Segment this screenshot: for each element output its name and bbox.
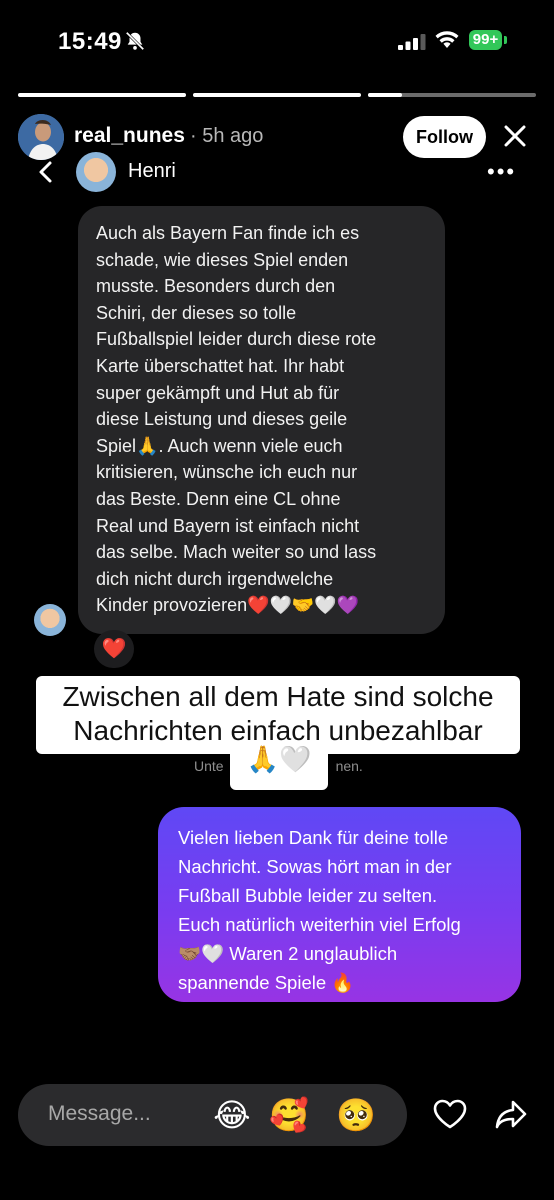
battery-icon: 99+ bbox=[469, 30, 509, 52]
sender-avatar[interactable] bbox=[76, 152, 116, 192]
sender-name[interactable]: Henri bbox=[128, 160, 176, 183]
incoming-message-text: Auch als Bayern Fan finde ich es schade,… bbox=[96, 223, 377, 616]
follow-button[interactable]: Follow bbox=[403, 116, 486, 158]
story-caption: Zwischen all dem Hate sind solche Nachri… bbox=[36, 676, 520, 754]
status-time: 15:49 bbox=[58, 28, 122, 55]
signal-icon bbox=[398, 34, 426, 50]
caption-emoji: 🙏🤍 bbox=[246, 744, 312, 774]
battery-level: 99+ bbox=[469, 30, 502, 50]
story-progress-2 bbox=[193, 93, 361, 97]
avatar[interactable] bbox=[18, 114, 64, 160]
chevron-left-icon[interactable] bbox=[36, 158, 56, 186]
wifi-icon bbox=[435, 31, 459, 48]
story-progress-3 bbox=[368, 93, 536, 97]
heart-icon[interactable] bbox=[432, 1098, 468, 1130]
close-icon[interactable] bbox=[499, 120, 531, 152]
more-icon[interactable]: ••• bbox=[487, 161, 516, 183]
bell-slash-icon bbox=[125, 31, 145, 51]
share-icon[interactable] bbox=[494, 1097, 528, 1131]
message-input[interactable]: Message... bbox=[48, 1102, 151, 1126]
quick-emoji-laugh[interactable]: 😂 bbox=[210, 1093, 254, 1137]
story-progress-1 bbox=[18, 93, 186, 97]
message-sender-avatar bbox=[34, 604, 66, 636]
message-reaction[interactable]: ❤️ bbox=[94, 630, 134, 668]
quick-emoji-pleading[interactable]: 🥺 bbox=[334, 1093, 378, 1137]
story-username[interactable]: real_nunes bbox=[74, 124, 185, 148]
quick-emoji-love[interactable]: 🥰 bbox=[267, 1093, 311, 1137]
outgoing-message-text: Vielen lieben Dank für deine tolle Nachr… bbox=[178, 827, 461, 993]
story-time: · 5h ago bbox=[190, 125, 264, 147]
